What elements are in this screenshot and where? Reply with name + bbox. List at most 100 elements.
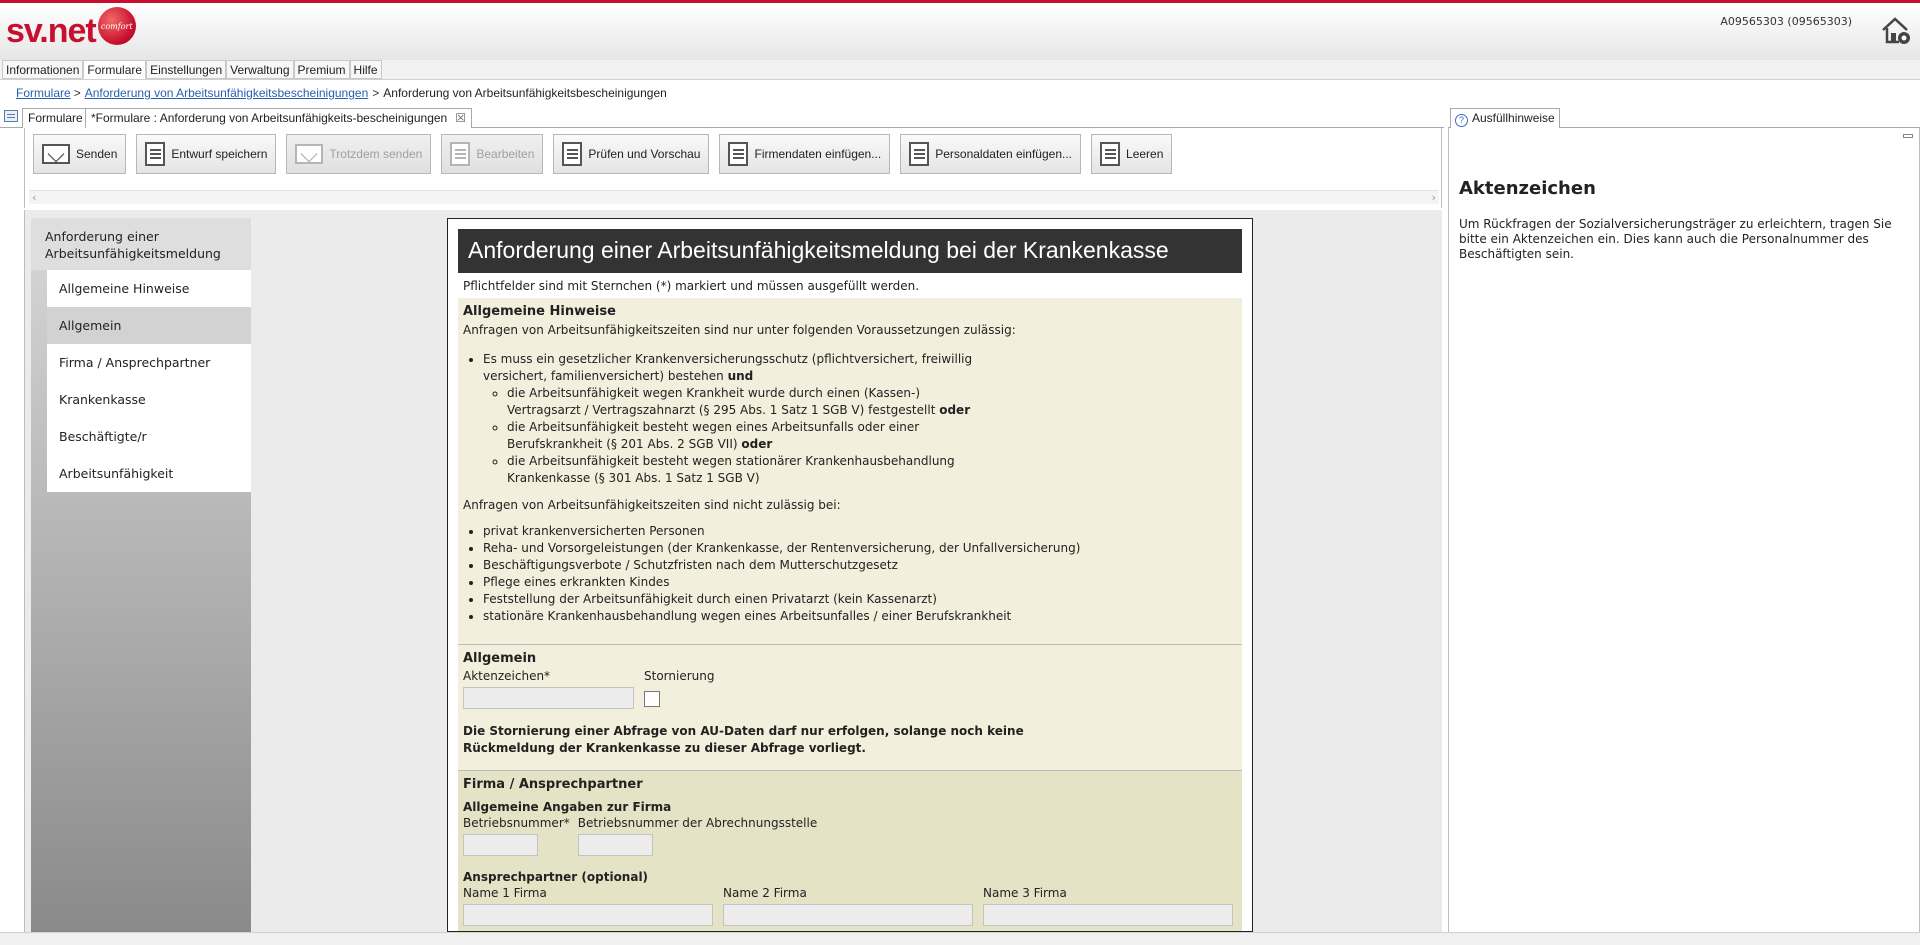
section-navigation: Anforderung einer Arbeitsunfähigkeitsmel… bbox=[31, 218, 251, 932]
tab-formulare[interactable]: Formulare bbox=[22, 108, 89, 128]
tab-anforderung[interactable]: *Formulare : Anforderung von Arbeitsunfä… bbox=[85, 108, 472, 128]
betriebsnummer-input[interactable] bbox=[463, 834, 538, 856]
list-item: Beschäftigungsverbote / Schutzfristen na… bbox=[483, 557, 1237, 574]
nav-item-beschaeftigte[interactable]: Beschäftigte/r bbox=[47, 418, 251, 455]
document-edit-icon bbox=[450, 142, 471, 166]
breadcrumb-separator: > bbox=[73, 86, 81, 100]
nav-item-arbeitsunfaehigkeit[interactable]: Arbeitsunfähigkeit bbox=[47, 455, 251, 492]
breadcrumb: Formulare > Anforderung von Arbeitsunfäh… bbox=[16, 86, 667, 100]
form-editor: Formulare *Formulare : Anforderung von A… bbox=[0, 106, 1444, 932]
list-item: stationäre Krankenhausbehandlung wegen e… bbox=[483, 608, 1237, 625]
stornierung-group: Stornierung bbox=[644, 669, 714, 709]
list-text: versichert, familienversichert) bestehen bbox=[483, 369, 728, 383]
name1-label: Name 1 Firma bbox=[463, 886, 547, 900]
tab-anforderung-label: *Formulare : Anforderung von Arbeitsunfä… bbox=[91, 111, 448, 125]
list-text: die Arbeitsunfähigkeit besteht wegen ein… bbox=[507, 420, 920, 434]
save-draft-button[interactable]: Entwurf speichern bbox=[136, 134, 277, 174]
form-area: Anforderung einer Arbeitsunfähigkeitsmel… bbox=[24, 210, 1442, 932]
status-bar bbox=[0, 932, 1920, 945]
menu-verwaltung[interactable]: Verwaltung bbox=[226, 60, 294, 79]
svnet-logo: sv.net comfort bbox=[6, 7, 136, 53]
menu-einstellungen[interactable]: Einstellungen bbox=[146, 60, 227, 79]
name3-input[interactable] bbox=[983, 904, 1233, 926]
send-button[interactable]: Senden bbox=[33, 134, 127, 174]
menu-hilfe[interactable]: Hilfe bbox=[349, 60, 382, 79]
tab-ausfuellhinweise[interactable]: ? Ausfüllhinweise bbox=[1450, 108, 1560, 128]
document-clock-icon bbox=[145, 142, 166, 166]
betrieb-fields: Betriebsnummer* Betriebsnummer der Abrec… bbox=[463, 816, 1237, 856]
breadcrumb-anforderung[interactable]: Anforderung von Arbeitsunfähigkeitsbesch… bbox=[85, 86, 369, 100]
name2-group: Name 2 Firma bbox=[723, 886, 973, 926]
mail-send-icon bbox=[42, 144, 70, 164]
menu-informationen[interactable]: Informationen bbox=[2, 60, 84, 79]
nav-list: Allgemeine Hinweise Allgemein Firma / An… bbox=[47, 270, 251, 492]
breadcrumb-current: Anforderung von Arbeitsunfähigkeitsbesch… bbox=[383, 86, 667, 100]
list-text: Es muss ein gesetzlicher Krankenversiche… bbox=[483, 352, 973, 366]
nav-item-allgemein[interactable]: Allgemein bbox=[47, 307, 251, 344]
user-id: A09565303 (09565303) bbox=[1720, 15, 1852, 28]
sublist: die Arbeitsunfähigkeit wegen Krankheit w… bbox=[507, 385, 1237, 487]
hinweise-intro: Anfragen von Arbeitsunfähigkeitszeiten s… bbox=[463, 323, 1016, 337]
betriebsnummer-label: Betriebsnummer* bbox=[463, 816, 570, 830]
edit-button[interactable]: Bearbeiten bbox=[441, 134, 544, 174]
required-note: Pflichtfelder sind mit Sternchen (*) mar… bbox=[458, 273, 1242, 298]
allgemein-fields: Aktenzeichen* Stornierung bbox=[463, 669, 1237, 709]
name1-input[interactable] bbox=[463, 904, 713, 926]
name3-group: Name 3 Firma bbox=[983, 886, 1233, 926]
close-tab-icon[interactable]: ☒ bbox=[455, 111, 466, 125]
aktenzeichen-input[interactable] bbox=[463, 687, 634, 709]
scroll-right-icon[interactable]: › bbox=[1432, 191, 1436, 204]
help-panel: ? Ausfüllhinweise Aktenzeichen Um Rückfra… bbox=[1448, 106, 1920, 932]
hinweise-intro2: Anfragen von Arbeitsunfähigkeitszeiten s… bbox=[463, 498, 841, 512]
breadcrumb-formulare[interactable]: Formulare bbox=[16, 86, 71, 100]
nav-heading: Anforderung einer Arbeitsunfähigkeitsmel… bbox=[31, 218, 251, 270]
insert-company-data-button[interactable]: Firmendaten einfügen... bbox=[719, 134, 891, 174]
sheet-icon[interactable] bbox=[4, 110, 18, 122]
logo-text: sv.net bbox=[6, 11, 97, 50]
help-title: Aktenzeichen bbox=[1459, 178, 1596, 199]
minimize-icon[interactable] bbox=[1903, 134, 1913, 138]
section-title: Allgemeine Hinweise bbox=[463, 304, 616, 319]
editor-tabstrip: Formulare *Formulare : Anforderung von A… bbox=[0, 106, 1444, 128]
note-text: Die Stornierung einer Abfrage von AU-Dat… bbox=[463, 724, 1024, 738]
list-item: Reha- und Vorsorgeleistungen (der Kranke… bbox=[483, 540, 1237, 557]
home-settings-icon[interactable] bbox=[1880, 15, 1912, 47]
list-item: Feststellung der Arbeitsunfähigkeit durc… bbox=[483, 591, 1237, 608]
name2-input[interactable] bbox=[723, 904, 973, 926]
horizontal-scrollbar[interactable]: ‹ › bbox=[29, 190, 1439, 204]
clear-button[interactable]: Leeren bbox=[1091, 134, 1173, 174]
send-anyway-button[interactable]: Trotzdem senden bbox=[286, 134, 432, 174]
menu-premium[interactable]: Premium bbox=[293, 60, 350, 79]
form-document: Anforderung einer Arbeitsunfähigkeitsmel… bbox=[447, 218, 1253, 932]
nav-item-allgemeine-hinweise[interactable]: Allgemeine Hinweise bbox=[47, 270, 251, 307]
nav-item-firma[interactable]: Firma / Ansprechpartner bbox=[47, 344, 251, 381]
edit-label: Bearbeiten bbox=[476, 147, 535, 161]
betriebsnummer-abr-input[interactable] bbox=[577, 834, 653, 856]
insert-company-label: Firmendaten einfügen... bbox=[754, 147, 882, 161]
aktenzeichen-label: Aktenzeichen* bbox=[463, 669, 551, 683]
check-preview-button[interactable]: Prüfen und Vorschau bbox=[553, 134, 710, 174]
list-item: die Arbeitsunfähigkeit wegen Krankheit w… bbox=[507, 385, 1237, 419]
list-conjunction: oder bbox=[939, 403, 971, 417]
subsection-title: Allgemeine Angaben zur Firma bbox=[463, 800, 672, 814]
check-preview-label: Prüfen und Vorschau bbox=[588, 147, 701, 161]
help-tab-label: Ausfüllhinweise bbox=[1472, 111, 1555, 125]
send-label: Senden bbox=[76, 147, 118, 161]
scroll-left-icon[interactable]: ‹ bbox=[32, 191, 36, 204]
section-firma: Firma / Ansprechpartner Allgemeine Angab… bbox=[458, 770, 1242, 931]
menu-formulare[interactable]: Formulare bbox=[83, 60, 147, 79]
stornierung-checkbox[interactable] bbox=[644, 691, 660, 707]
list-item: die Arbeitsunfähigkeit besteht wegen sta… bbox=[507, 453, 1237, 487]
insert-personal-data-button[interactable]: Personaldaten einfügen... bbox=[900, 134, 1082, 174]
menu-bar: Informationen Formulare Einstellungen Ve… bbox=[0, 60, 1920, 80]
stornierung-note: Die Stornierung einer Abfrage von AU-Dat… bbox=[463, 723, 1237, 757]
subsection-title: Ansprechpartner (optional) bbox=[463, 870, 649, 884]
list-item: privat krankenversicherten Personen bbox=[483, 523, 1237, 540]
nav-item-krankenkasse[interactable]: Krankenkasse bbox=[47, 381, 251, 418]
tab-formulare-label: Formulare bbox=[28, 111, 83, 125]
document-person-icon bbox=[909, 142, 930, 166]
name2-label: Name 2 Firma bbox=[723, 886, 807, 900]
send-anyway-label: Trotzdem senden bbox=[329, 147, 423, 161]
help-body: Aktenzeichen Um Rückfragen der Sozialver… bbox=[1448, 128, 1920, 932]
save-draft-label: Entwurf speichern bbox=[171, 147, 268, 161]
